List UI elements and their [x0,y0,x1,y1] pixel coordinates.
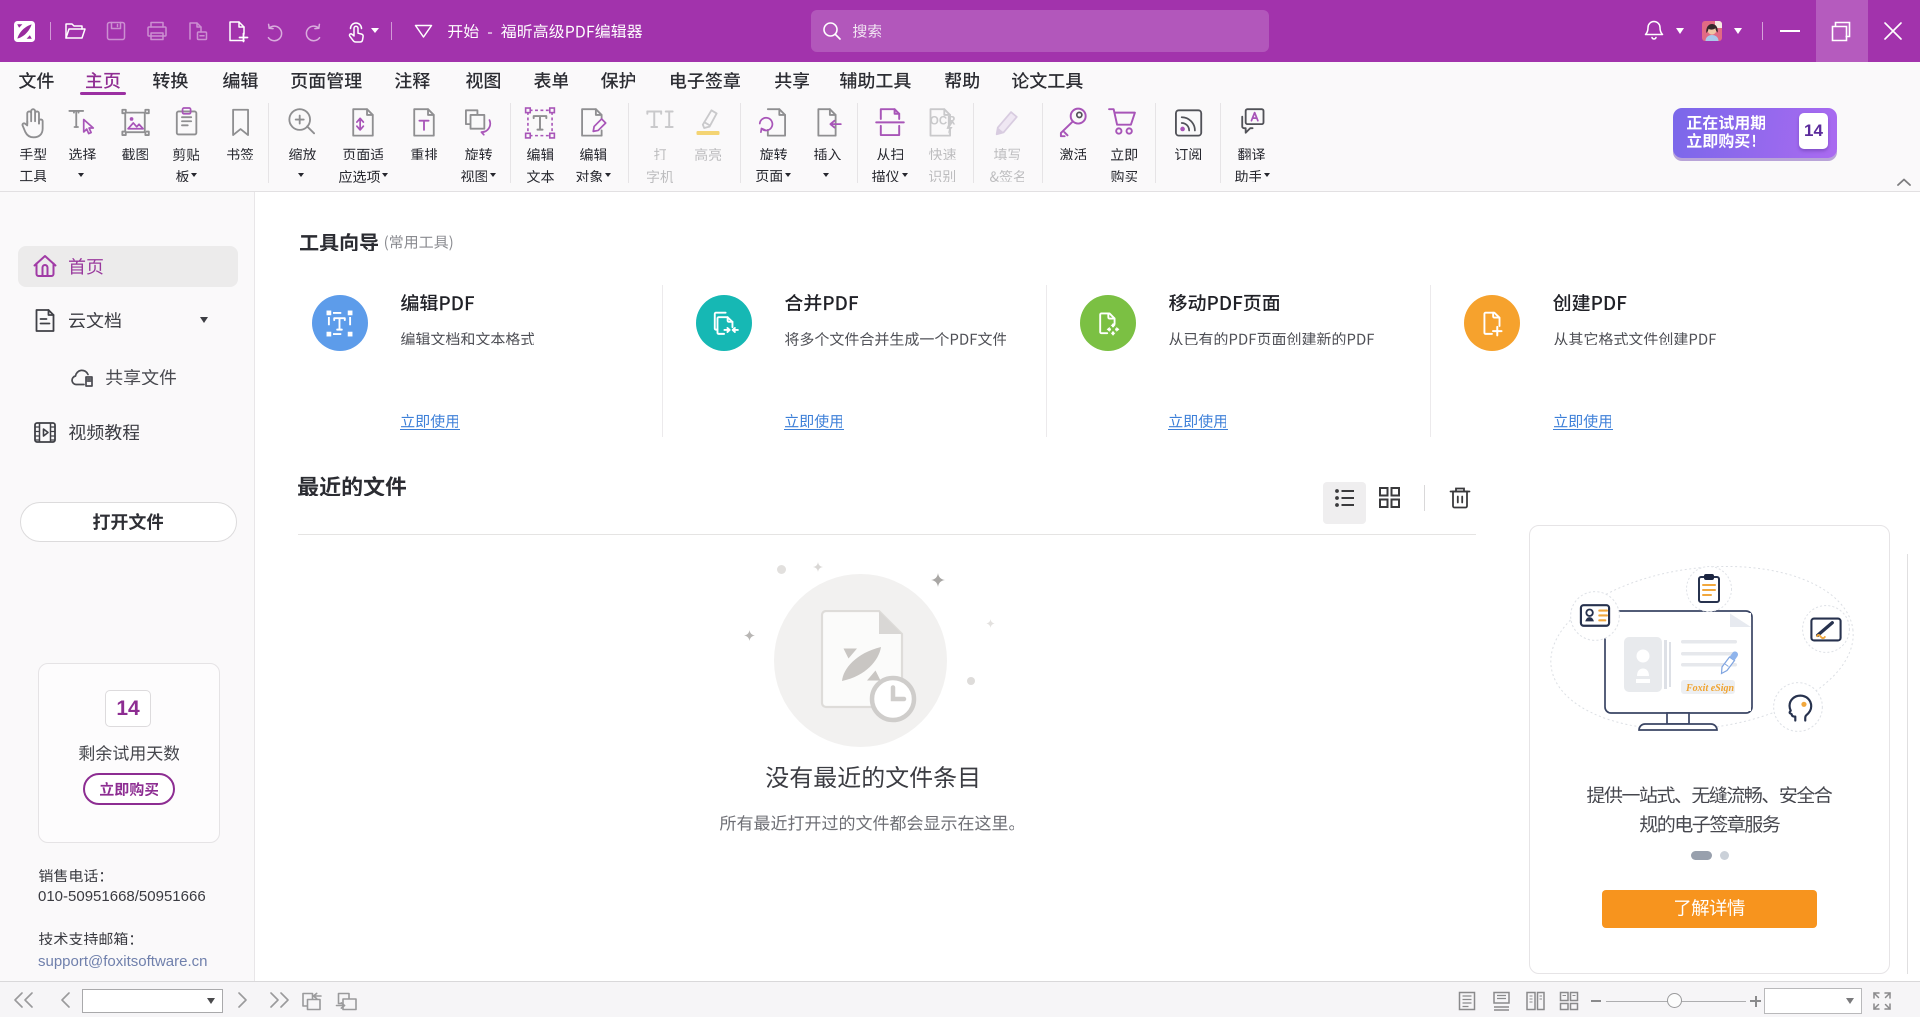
svg-text:Foxit eSign: Foxit eSign [1685,683,1735,694]
